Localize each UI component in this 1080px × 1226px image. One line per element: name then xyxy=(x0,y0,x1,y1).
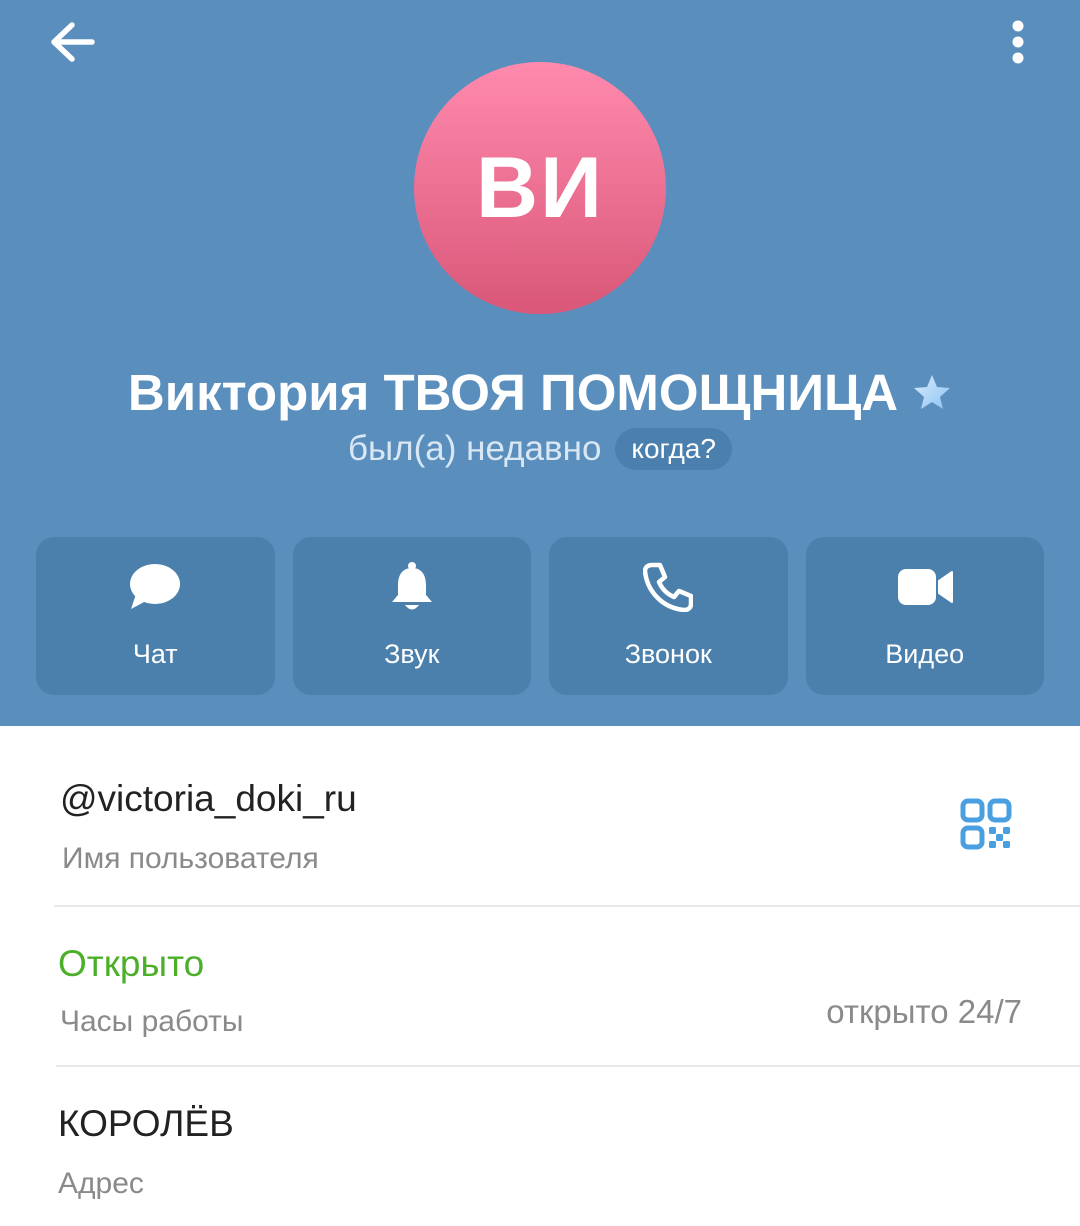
last-seen-status: был(а) недавно xyxy=(347,429,602,468)
bell-icon xyxy=(390,559,434,615)
qr-code-button[interactable] xyxy=(956,796,1016,856)
more-options-button[interactable] xyxy=(992,14,1044,74)
call-label: Звонок xyxy=(624,639,712,669)
qr-code-icon xyxy=(960,798,1012,855)
action-buttons: Чат Звук Звонок Видео xyxy=(36,537,1044,695)
back-arrow-icon xyxy=(48,21,96,68)
video-label: Видео xyxy=(885,639,965,669)
premium-star-icon[interactable] xyxy=(912,373,952,411)
chat-button[interactable]: Чат xyxy=(36,537,275,695)
hours-status: Открыто xyxy=(58,943,205,984)
avatar-initials: ВИ xyxy=(476,139,604,236)
username-label: Имя пользователя xyxy=(62,842,319,875)
video-button[interactable]: Видео xyxy=(805,537,1044,695)
sound-button[interactable]: Звук xyxy=(292,537,531,695)
call-button[interactable]: Звонок xyxy=(549,537,788,695)
address-label: Адрес xyxy=(58,1167,144,1200)
profile-name: Виктория ТВОЯ ПОМОЩНИЦА xyxy=(127,363,899,421)
back-button[interactable] xyxy=(40,18,104,70)
address-row[interactable]: КОРОЛЁВ Адрес xyxy=(0,1067,1080,1226)
video-camera-icon xyxy=(897,559,953,615)
profile-header: ВИ Виктория ТВОЯ ПОМОЩНИЦА был(а) недавн… xyxy=(0,0,1080,726)
profile-name-row: Виктория ТВОЯ ПОМОЩНИЦА xyxy=(0,360,1080,424)
avatar[interactable]: ВИ xyxy=(414,62,666,314)
hours-detail: открыто 24/7 xyxy=(826,993,1022,1030)
profile-info: @victoria_doki_ru Имя пользователя Откры… xyxy=(0,726,1080,1226)
status-row: был(а) недавно когда? xyxy=(0,424,1080,474)
hours-label: Часы работы xyxy=(60,1005,244,1038)
chat-bubble-icon xyxy=(128,559,182,615)
phone-icon xyxy=(643,559,694,615)
address-value: КОРОЛЁВ xyxy=(58,1103,234,1144)
sound-label: Звук xyxy=(384,639,440,669)
when-button[interactable]: когда? xyxy=(615,428,732,470)
more-vertical-icon xyxy=(1011,19,1025,70)
username-value: @victoria_doki_ru xyxy=(60,778,357,819)
username-row[interactable]: @victoria_doki_ru Имя пользователя xyxy=(0,726,1080,906)
chat-label: Чат xyxy=(132,639,178,669)
hours-row[interactable]: Открыто Часы работы открыто 24/7 xyxy=(0,907,1080,1065)
